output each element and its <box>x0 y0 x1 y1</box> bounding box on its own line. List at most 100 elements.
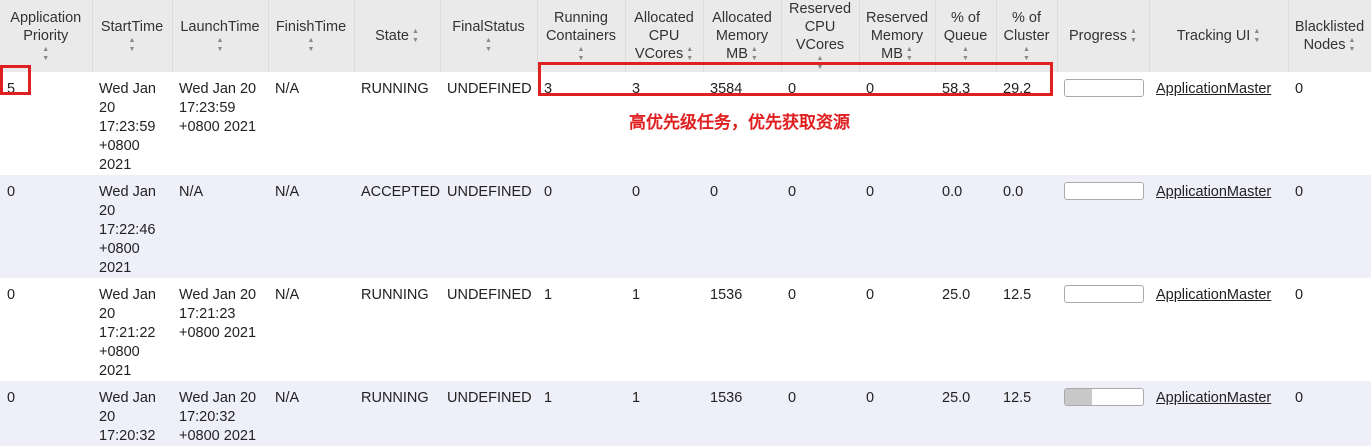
sort-icon[interactable]: ▲ ▼ <box>99 36 166 54</box>
cell-state: ACCEPTED <box>354 175 440 278</box>
column-header-label: FinalStatus <box>452 19 525 35</box>
cell-res-mem: 0 <box>859 72 935 175</box>
cell-res-vcores: 0 <box>781 381 859 446</box>
column-header-label: FinishTime <box>275 19 347 35</box>
cell-tracking: ApplicationMaster <box>1149 381 1288 446</box>
sort-icon[interactable]: ▲ ▼ <box>447 36 531 54</box>
sort-icon[interactable]: ▲ ▼ <box>1003 45 1051 63</box>
cell-pct-cluster: 0.0 <box>996 175 1057 278</box>
column-header-label: Allocated Memory MB <box>712 9 772 62</box>
column-header-finalstatus[interactable]: FinalStatus ▲ ▼ <box>440 0 538 72</box>
column-header-label: LaunchTime <box>180 19 260 35</box>
cell-res-vcores: 0 <box>781 175 859 278</box>
column-header-label: Running Containers <box>545 10 617 44</box>
column-header-label: StartTime <box>100 19 164 35</box>
cell-priority: 5 <box>0 72 92 175</box>
cell-launch: N/A <box>172 175 268 278</box>
sort-icon[interactable]: ▲ ▼ <box>751 45 758 63</box>
cell-pct-queue: 0.0 <box>935 175 996 278</box>
sort-icon[interactable]: ▲ ▼ <box>906 45 913 63</box>
column-header-reserved-cpu-vcores[interactable]: Reserved CPU VCores ▲ ▼ <box>781 0 860 72</box>
cell-running-containers: 1 <box>537 381 625 446</box>
column-header-label: Progress <box>1069 27 1128 44</box>
cell-alloc-vcores: 0 <box>625 175 703 278</box>
cell-final-status: UNDEFINED <box>440 381 537 446</box>
column-header-application-priority[interactable]: Application Priority ▲ ▼ <box>0 0 93 72</box>
sort-icon[interactable]: ▲ ▼ <box>412 27 419 45</box>
cell-progress <box>1057 278 1149 381</box>
sort-icon[interactable]: ▲ ▼ <box>179 36 262 54</box>
cell-alloc-mem: 0 <box>703 175 781 278</box>
cell-state: RUNNING <box>354 381 440 446</box>
column-header-allocated-memory-mb[interactable]: Allocated Memory MB ▲ ▼ <box>703 0 782 72</box>
table-row[interactable]: 0 Wed Jan 20 17:22:46 +0800 2021 N/A N/A ACC… <box>0 175 1371 278</box>
column-header-label: % of Cluster <box>1003 10 1050 44</box>
column-header-label: % of Queue <box>943 10 988 44</box>
sort-icon[interactable]: ▲ ▼ <box>686 45 693 63</box>
tracking-ui-link[interactable]: ApplicationMaster <box>1156 184 1271 200</box>
cell-pct-queue: 25.0 <box>935 381 996 446</box>
progress-bar-fill <box>1065 389 1093 405</box>
column-header-label: Reserved CPU VCores <box>788 1 852 53</box>
cell-alloc-vcores: 1 <box>625 381 703 446</box>
sort-icon[interactable]: ▲ ▼ <box>6 45 86 63</box>
cell-tracking: ApplicationMaster <box>1149 278 1288 381</box>
cell-running-containers: 0 <box>537 175 625 278</box>
table-row[interactable]: 0 Wed Jan 20 17:20:32 Wed Jan 20 17:20:32 … <box>0 381 1371 446</box>
sort-icon[interactable]: ▲ ▼ <box>788 54 853 72</box>
cell-priority: 0 <box>0 278 92 381</box>
cell-tracking: ApplicationMaster <box>1149 72 1288 175</box>
tracking-ui-link[interactable]: ApplicationMaster <box>1156 81 1271 97</box>
column-header-label: Application Priority <box>10 10 82 44</box>
cell-progress <box>1057 175 1149 278</box>
tracking-ui-link[interactable]: ApplicationMaster <box>1156 390 1271 406</box>
column-header-label: Tracking UI <box>1176 27 1251 44</box>
column-header-blacklisted-nodes[interactable]: Blacklisted Nodes ▲ ▼ <box>1288 0 1371 72</box>
cell-blacklisted: 0 <box>1288 381 1371 446</box>
column-header-finishtime[interactable]: FinishTime ▲ ▼ <box>268 0 355 72</box>
column-header-label: Allocated CPU VCores <box>634 9 694 62</box>
column-header-label: State <box>375 27 409 44</box>
cell-pct-cluster: 12.5 <box>996 278 1057 381</box>
sort-icon[interactable]: ▲ ▼ <box>1253 27 1260 45</box>
column-header-progress[interactable]: Progress ▲ ▼ <box>1057 0 1150 72</box>
cell-res-vcores: 0 <box>781 278 859 381</box>
cell-pct-queue: 58.3 <box>935 72 996 175</box>
cell-res-mem: 0 <box>859 175 935 278</box>
cell-final-status: UNDEFINED <box>440 278 537 381</box>
column-header-of-queue[interactable]: % of Queue ▲ ▼ <box>935 0 997 72</box>
sort-icon[interactable]: ▲ ▼ <box>544 45 619 63</box>
cell-res-mem: 0 <box>859 381 935 446</box>
cell-start: Wed Jan 20 17:21:22 +0800 2021 <box>92 278 172 381</box>
column-header-starttime[interactable]: StartTime ▲ ▼ <box>92 0 173 72</box>
column-header-of-cluster[interactable]: % of Cluster ▲ ▼ <box>996 0 1058 72</box>
annotation-text: 高优先级任务，优先获取资源 <box>629 113 850 133</box>
cell-res-mem: 0 <box>859 278 935 381</box>
cell-start: Wed Jan 20 17:20:32 <box>92 381 172 446</box>
cell-start: Wed Jan 20 17:22:46 +0800 2021 <box>92 175 172 278</box>
cell-progress <box>1057 381 1149 446</box>
cell-final-status: UNDEFINED <box>440 72 537 175</box>
sort-icon[interactable]: ▲ ▼ <box>942 45 990 63</box>
table-row[interactable]: 0 Wed Jan 20 17:21:22 +0800 2021 Wed Jan 2… <box>0 278 1371 381</box>
column-header-allocated-cpu-vcores[interactable]: Allocated CPU VCores ▲ ▼ <box>625 0 704 72</box>
tracking-ui-link[interactable]: ApplicationMaster <box>1156 287 1271 303</box>
cell-final-status: UNDEFINED <box>440 175 537 278</box>
column-header-running-containers[interactable]: Running Containers ▲ ▼ <box>537 0 626 72</box>
column-header-launchtime[interactable]: LaunchTime ▲ ▼ <box>172 0 269 72</box>
column-header-state[interactable]: State ▲ ▼ <box>354 0 441 72</box>
applications-table: Application Priority ▲ ▼ StartTime ▲ ▼ LaunchT… <box>0 0 1371 446</box>
cell-alloc-mem: 1536 <box>703 278 781 381</box>
sort-icon[interactable]: ▲ ▼ <box>275 36 348 54</box>
cell-start: Wed Jan 20 17:23:59 +0800 2021 <box>92 72 172 175</box>
column-header-tracking-ui[interactable]: Tracking UI ▲ ▼ <box>1149 0 1289 72</box>
column-header-reserved-memory-mb[interactable]: Reserved Memory MB ▲ ▼ <box>859 0 936 72</box>
sort-icon[interactable]: ▲ ▼ <box>1130 27 1137 45</box>
cell-progress <box>1057 72 1149 175</box>
table-header-row: Application Priority ▲ ▼ StartTime ▲ ▼ LaunchT… <box>0 0 1371 72</box>
sort-icon[interactable]: ▲ ▼ <box>1348 36 1355 54</box>
cell-pct-cluster: 29.2 <box>996 72 1057 175</box>
cell-running-containers: 3 <box>537 72 625 175</box>
cell-finish: N/A <box>268 381 354 446</box>
progress-bar <box>1064 182 1144 200</box>
